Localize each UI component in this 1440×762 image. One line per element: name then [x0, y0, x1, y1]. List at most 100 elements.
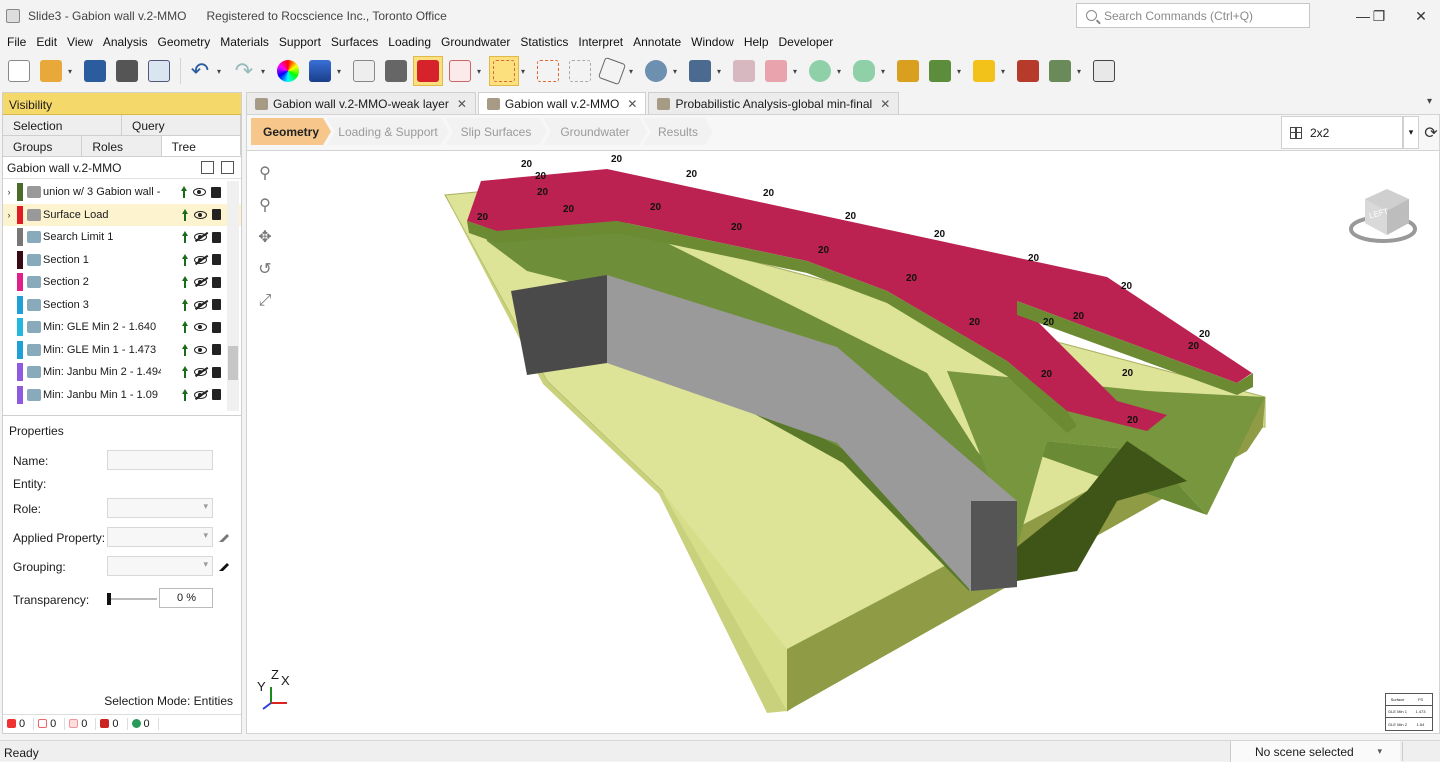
trash-icon[interactable] [212, 344, 221, 356]
clear-selection-button[interactable] [565, 56, 595, 86]
close-tab-icon[interactable]: ✕ [880, 97, 890, 111]
intersect-dropdown[interactable]: ▾ [881, 67, 889, 76]
tree-item[interactable]: › union w/ 3 Gabion wall - [3, 181, 241, 204]
zoom-window-icon[interactable]: ⚲ [253, 157, 277, 189]
bring-forward-icon[interactable] [181, 366, 189, 379]
trash-icon[interactable] [212, 209, 221, 221]
refresh-icon[interactable]: ⟳ [1421, 116, 1440, 149]
transparency-slider[interactable] [107, 593, 157, 605]
trash-icon[interactable] [212, 321, 221, 333]
intersect-button[interactable] [849, 56, 879, 86]
visible-eye-icon[interactable] [194, 345, 207, 354]
select-button[interactable] [489, 56, 519, 86]
trash-icon[interactable] [212, 389, 221, 401]
zoom-extents-icon[interactable]: ⤢ [253, 285, 277, 317]
tree-item[interactable]: › Surface Load [3, 203, 241, 226]
tab-selection[interactable]: Selection [3, 115, 122, 135]
trash-icon[interactable] [212, 366, 221, 378]
tree-item[interactable]: Min: Janbu Min 1 - 1.09 [3, 384, 241, 407]
role-select[interactable] [107, 498, 213, 518]
lock-selection-button[interactable] [533, 56, 563, 86]
colors-button[interactable] [273, 56, 303, 86]
bring-forward-icon[interactable] [181, 388, 189, 401]
close-button[interactable]: ✕ [1398, 0, 1440, 32]
hidden-eye-icon[interactable] [194, 368, 207, 377]
solid-view-button[interactable] [413, 56, 443, 86]
redo-button[interactable]: ↷ [229, 56, 259, 86]
scrollbar-thumb[interactable] [228, 346, 238, 380]
hidden-eye-icon[interactable] [194, 255, 207, 264]
hidden-eye-icon[interactable] [194, 278, 207, 287]
expand-icon[interactable]: › [3, 210, 15, 220]
menu-developer[interactable]: Developer [774, 35, 839, 49]
display-dropdown[interactable]: ▾ [337, 67, 345, 76]
undo-button[interactable]: ↶ [185, 56, 215, 86]
step-slip-surfaces[interactable]: Slip Surfaces [445, 118, 547, 145]
name-field[interactable] [107, 450, 213, 470]
menu-statistics[interactable]: Statistics [515, 35, 573, 49]
load-dropdown[interactable]: ▾ [1001, 67, 1009, 76]
menu-annotate[interactable]: Annotate [628, 35, 686, 49]
tab-roles[interactable]: Roles [82, 136, 162, 156]
menu-surfaces[interactable]: Surfaces [326, 35, 383, 49]
import-dropdown[interactable]: ▾ [717, 67, 725, 76]
expand-icon[interactable]: › [3, 187, 15, 197]
wireframe-view-button[interactable] [445, 56, 475, 86]
bring-forward-icon[interactable] [181, 208, 189, 221]
shapes-dropdown[interactable]: ▾ [673, 67, 681, 76]
open-dropdown[interactable]: ▾ [68, 67, 76, 76]
edit-property-icon[interactable] [218, 531, 230, 543]
close-tab-icon[interactable]: ✕ [457, 97, 467, 111]
bring-forward-icon[interactable] [180, 186, 188, 199]
box-button[interactable] [761, 56, 791, 86]
import-button[interactable] [685, 56, 715, 86]
tree-item[interactable]: Min: Janbu Min 2 - 1.494 [3, 361, 241, 384]
display-button[interactable] [305, 56, 335, 86]
select-tool-dropdown[interactable]: ▾ [629, 67, 637, 76]
tree-item[interactable]: Search Limit 1 [3, 226, 241, 249]
bring-forward-icon[interactable] [181, 298, 189, 311]
support-button[interactable] [1013, 56, 1043, 86]
select-tool-button[interactable] [597, 56, 627, 86]
menu-edit[interactable]: Edit [31, 35, 62, 49]
trash-icon[interactable] [212, 254, 221, 266]
layout-dropdown-button[interactable]: ▾ [1403, 116, 1419, 149]
compute-dropdown[interactable]: ▾ [1077, 67, 1085, 76]
menu-window[interactable]: Window [686, 35, 739, 49]
menu-analysis[interactable]: Analysis [98, 35, 153, 49]
undo-dropdown[interactable]: ▾ [217, 67, 225, 76]
visible-eye-icon[interactable] [193, 188, 206, 197]
tabs-overflow-icon[interactable]: ▾ [1427, 96, 1432, 107]
menu-support[interactable]: Support [274, 35, 326, 49]
transparency-spinbox[interactable]: 0 % [159, 588, 213, 608]
bring-forward-icon[interactable] [181, 321, 189, 334]
lock-icon[interactable] [211, 186, 221, 198]
tab-query[interactable]: Query [122, 115, 241, 135]
menu-loading[interactable]: Loading [383, 35, 436, 49]
close-tab-icon[interactable]: ✕ [627, 97, 637, 111]
report-button[interactable] [144, 56, 174, 86]
trash-icon[interactable] [212, 276, 221, 288]
box-dropdown[interactable]: ▾ [793, 67, 801, 76]
compute-button[interactable] [1045, 56, 1075, 86]
load-button[interactable] [969, 56, 999, 86]
document-tab[interactable]: Probabilistic Analysis-global min-final ✕ [648, 92, 900, 114]
edit-button[interactable] [349, 56, 379, 86]
step-groundwater[interactable]: Groundwater [543, 118, 647, 145]
menu-view[interactable]: View [62, 35, 98, 49]
menu-help[interactable]: Help [739, 35, 774, 49]
new-file-button[interactable] [4, 56, 34, 86]
menu-file[interactable]: File [2, 35, 31, 49]
menu-groundwater[interactable]: Groundwater [436, 35, 515, 49]
tree-item[interactable]: Section 1 [3, 249, 241, 272]
bring-forward-icon[interactable] [181, 231, 189, 244]
trash-icon[interactable] [212, 231, 221, 243]
calculator-button[interactable] [381, 56, 411, 86]
assign-button[interactable] [925, 56, 955, 86]
document-tab[interactable]: Gabion wall v.2-MMO ✕ [477, 92, 647, 114]
menu-geometry[interactable]: Geometry [153, 35, 216, 49]
zoom-icon[interactable]: ⚲ [253, 189, 277, 221]
print-button[interactable] [112, 56, 142, 86]
step-results[interactable]: Results [643, 118, 713, 145]
interpret-button[interactable] [1089, 56, 1119, 86]
